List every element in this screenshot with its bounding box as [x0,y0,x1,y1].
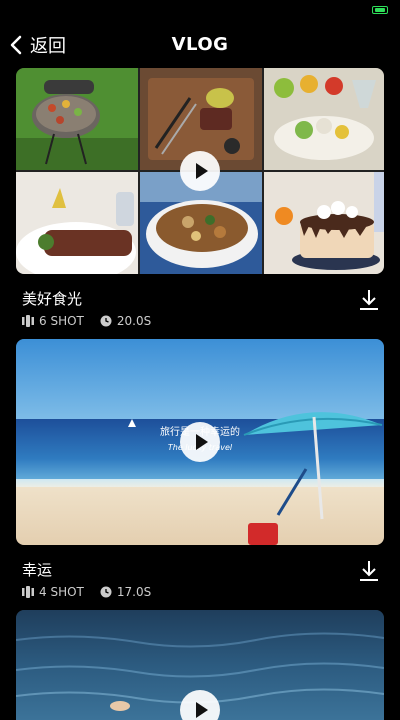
duration: 17.0S [116,585,152,599]
duration: 20.0S [116,314,152,328]
vlog-title: 幸运 [22,561,53,579]
food-photo-cake [264,172,384,274]
clock-icon [100,586,112,598]
battery-icon [372,6,388,14]
shot-count: 6 SHOT [39,314,84,328]
play-button[interactable] [180,422,220,462]
film-icon [22,315,34,327]
film-icon [22,586,34,598]
vlog-card-3 [16,610,384,720]
shot-count: 4 SHOT [39,585,84,599]
video-thumbnail-beach[interactable]: 旅行是一种幸运的 The lucky travel [16,339,384,545]
download-icon[interactable] [358,288,380,312]
clock-icon [100,315,112,327]
video-thumbnail-sea[interactable] [16,610,384,720]
food-photo-plated-steak [16,172,138,274]
page-title: VLOG [171,34,229,55]
vlog-title: 美好食光 [22,290,83,308]
food-photo-salad [264,68,384,170]
food-photo-grill [16,68,138,170]
play-button[interactable] [180,151,220,191]
vlog-card-2: 旅行是一种幸运的 The lucky travel 幸运 4 SHOT 17.0… [16,339,384,615]
vlog-card-1: 美好食光 6 SHOT 20.0S [16,68,384,344]
download-icon[interactable] [358,559,380,583]
video-thumbnail-food[interactable] [16,68,384,274]
header: 返回 VLOG [0,28,400,62]
